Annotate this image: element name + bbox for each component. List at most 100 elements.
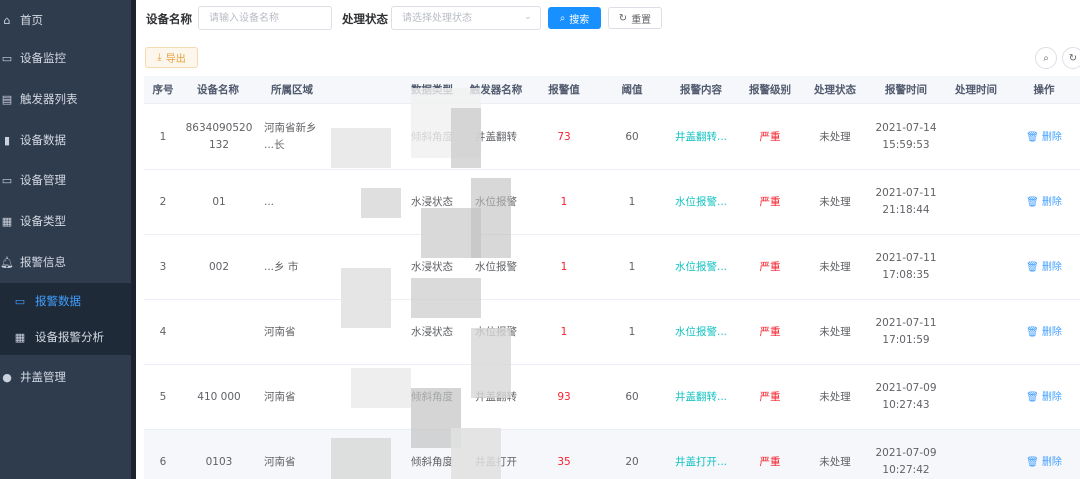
trash-icon: 🗑︎ (1026, 131, 1039, 143)
delete-button[interactable]: 🗑︎ 删除 (1026, 259, 1062, 276)
refresh-button[interactable]: ↻ (1062, 47, 1080, 69)
cell-alarm-content[interactable]: 水位报警... (664, 170, 738, 234)
column-header: 数据类型 (411, 84, 453, 96)
cell-actions: 🗑︎ 删除 (1008, 430, 1080, 479)
table-row[interactable]: 2 01 ... 水浸状态 水位报警 1 1 水位报警... 严重 未处理 20… (144, 170, 1080, 235)
device-name-input[interactable] (198, 6, 332, 30)
sidebar-subitem-device-alarm-analysis[interactable]: ▦ 设备报警分析 (0, 319, 131, 355)
bell-icon: 🔔︎ (0, 255, 14, 269)
cell-data-type: 倾斜角度 (411, 455, 453, 468)
cell-alarm-value: 1 (560, 195, 568, 208)
sidebar-item-label: 设备监控 (20, 51, 66, 65)
delete-button[interactable]: 🗑︎ 删除 (1026, 454, 1062, 471)
cell-alarm-content[interactable]: 井盖打开... (664, 430, 738, 479)
cell-alarm-value: 93 (557, 390, 571, 403)
status-select[interactable] (391, 6, 541, 30)
cell-region: ... (264, 195, 275, 208)
table-icon: ▦ (14, 330, 26, 344)
status-label: 处理状态 (342, 12, 388, 26)
cell-alarm-time: 2021-07-11 17:08:35 (875, 252, 937, 281)
cell-actions: 🗑︎ 删除 (1008, 105, 1080, 169)
delete-button[interactable]: 🗑︎ 删除 (1026, 389, 1062, 406)
delete-label: 删除 (1041, 456, 1062, 468)
column-header: 所属区域 (271, 84, 313, 96)
search-icon: ⌕ (559, 12, 566, 24)
search-button[interactable]: ⌕ 搜索 (548, 7, 601, 29)
cell-alarm-value: 35 (557, 455, 571, 468)
reset-button[interactable]: ↻ 重置 (608, 7, 662, 29)
cell-alarm-content[interactable]: 水位报警... (664, 300, 738, 364)
card-icon: ▭ (14, 294, 26, 308)
cell-index: 1 (159, 130, 167, 143)
cell-alarm-level: 严重 (759, 325, 781, 338)
cell-trigger: 水位报警 (475, 260, 517, 273)
delete-label: 删除 (1041, 131, 1062, 143)
sidebar-item-device-monitor[interactable]: ▭ 设备监控 (0, 38, 131, 78)
table-row[interactable]: 4 河南省 水浸状态 水位报警 1 1 水位报警... 严重 未处理 2021-… (144, 300, 1080, 365)
export-button[interactable]: ⤓ 导出 (145, 47, 198, 68)
sidebar-item-device-data[interactable]: ▮ 设备数据 (0, 120, 131, 160)
sidebar-item-manhole-management[interactable]: ● 井盖管理 (0, 357, 131, 397)
search-toggle-button[interactable]: ⌕ (1035, 47, 1057, 69)
delete-button[interactable]: 🗑︎ 删除 (1026, 129, 1062, 146)
cell-data-type: 水浸状态 (411, 195, 453, 208)
cell-threshold: 60 (625, 130, 639, 143)
home-icon: ⌂ (3, 13, 11, 27)
column-header: 设备名称 (197, 84, 239, 96)
cell-status: 未处理 (819, 195, 851, 208)
column-header: 报警级别 (749, 84, 791, 96)
device-name-label: 设备名称 (146, 12, 192, 26)
cell-trigger: 井盖翻转 (475, 130, 517, 143)
cell-trigger: 水位报警 (475, 195, 517, 208)
sidebar-item-trigger-list[interactable]: ▤ 触发器列表 (0, 79, 131, 119)
delete-button[interactable]: 🗑︎ 删除 (1026, 324, 1062, 341)
sidebar-item-alarm-info[interactable]: 🔔︎ 报警信息 (0, 242, 131, 282)
cell-handle-time (944, 170, 1008, 234)
sidebar-item-home[interactable]: ⌂ 首页 (0, 0, 131, 40)
table-row[interactable]: 6 0103 河南省 倾斜角度 井盖打开 35 20 井盖打开... 严重 未处… (144, 430, 1080, 479)
delete-label: 删除 (1041, 196, 1062, 208)
trash-icon: 🗑︎ (1026, 196, 1039, 208)
sidebar-item-device-type[interactable]: ▦ 设备类型 (0, 201, 131, 241)
cell-data-type: 倾斜角度 (411, 130, 453, 143)
sidebar: ⌂ 首页 ▭ 设备监控 ▤ 触发器列表 ▮ 设备数据 ▭ 设备管理 ▦ 设备类型… (0, 0, 131, 479)
search-button-label: 搜索 (569, 14, 590, 26)
cell-region: 河南省 (264, 390, 296, 403)
cell-device-name: 002 (208, 260, 230, 273)
refresh-icon: ↻ (618, 12, 628, 24)
manhole-icon: ● (2, 370, 12, 384)
sidebar-item-device-management[interactable]: ▭ 设备管理 (0, 160, 131, 200)
cell-alarm-content[interactable]: 水位报警... (664, 235, 738, 299)
sidebar-item-label: 井盖管理 (20, 370, 66, 384)
cell-alarm-level: 严重 (759, 455, 781, 468)
cell-alarm-content[interactable]: 井盖翻转... (664, 105, 738, 169)
sidebar-item-label: 报警信息 (20, 255, 66, 269)
table-header: 序号 设备名称 所属区域 数据类型 触发器名称 报警值 阈值 报警内容 报警级别… (144, 76, 1080, 104)
delete-button[interactable]: 🗑︎ 删除 (1026, 194, 1062, 211)
cell-alarm-value: 1 (560, 260, 568, 273)
sidebar-subitem-alarm-data[interactable]: ▭ 报警数据 (0, 283, 131, 319)
cell-trigger: 井盖打开 (475, 455, 517, 468)
cell-index: 2 (159, 195, 167, 208)
table-row[interactable]: 5 410 000 河南省 倾斜角度 井盖翻转 93 60 井盖翻转... 严重… (144, 365, 1080, 430)
cell-index: 6 (159, 455, 167, 468)
cell-actions: 🗑︎ 删除 (1008, 235, 1080, 299)
device-icon: ▭ (1, 173, 13, 187)
cell-alarm-content[interactable]: 井盖翻转... (664, 365, 738, 429)
cell-actions: 🗑︎ 删除 (1008, 365, 1080, 429)
column-header: 报警时间 (885, 84, 927, 96)
cell-region: 河南省新乡 ...长 (264, 122, 317, 151)
table-row[interactable]: 3 002 ...乡 市 水浸状态 水位报警 1 1 水位报警... 严重 未处… (144, 235, 1080, 300)
cell-actions: 🗑︎ 删除 (1008, 300, 1080, 364)
cell-handle-time (944, 430, 1008, 479)
export-button-label: 导出 (165, 54, 186, 65)
cell-region: 河南省 (264, 325, 296, 338)
bar-chart-icon: ▮ (3, 133, 11, 147)
delete-label: 删除 (1041, 261, 1062, 273)
cell-trigger: 井盖翻转 (475, 390, 517, 403)
cell-handle-time (944, 300, 1008, 364)
column-header: 操作 (1033, 84, 1055, 96)
cell-device-name (188, 300, 250, 364)
table-row[interactable]: 1 8634090520 132 河南省新乡 ...长 倾斜角度 井盖翻转 73… (144, 105, 1080, 170)
cell-alarm-time: 2021-07-09 10:27:43 (875, 382, 937, 411)
